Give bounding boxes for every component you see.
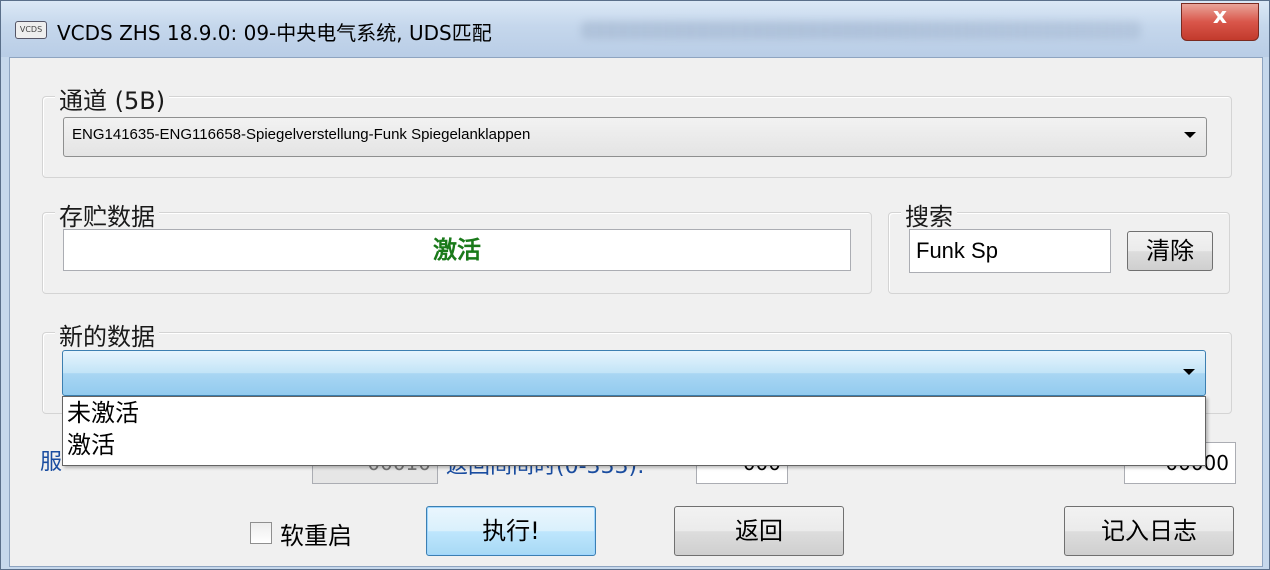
app-window: VCDS VCDS ZHS 18.9.0: 09-中央电气系统, UDS匹配 x… [0,0,1270,570]
channel-select-value: ENG141635-ENG116658-Spiegelverstellung-F… [72,126,531,143]
chevron-down-icon [1183,369,1195,375]
service-label: 服 [40,450,63,475]
stored-data-legend: 存贮数据 [55,197,159,232]
back-button[interactable]: 返回 [674,506,844,556]
client-area: 通道 (5B) ENG141635-ENG116658-Spiegelverst… [9,57,1263,567]
chevron-down-icon [1184,132,1196,138]
channel-legend: 通道 (5B) [55,81,170,116]
stored-data-value: 激活 [433,236,481,264]
execute-button[interactable]: 执行! [426,506,596,556]
close-icon: x [1212,4,1228,29]
search-input[interactable]: Funk Sp [909,229,1111,273]
title-bar[interactable]: VCDS VCDS ZHS 18.9.0: 09-中央电气系统, UDS匹配 x [1,1,1269,57]
close-button[interactable]: x [1181,3,1259,41]
vcds-app-icon: VCDS [15,21,47,39]
new-data-legend: 新的数据 [55,317,159,352]
search-input-value: Funk Sp [916,238,998,263]
channel-select[interactable]: ENG141635-ENG116658-Spiegelverstellung-F… [63,117,1207,157]
stored-data-field: 激活 [63,229,851,271]
clear-button[interactable]: 清除 [1127,231,1213,271]
search-group: 搜索 Funk Sp 清除 [888,197,1230,294]
title-bar-blur [581,21,1141,39]
channel-group: 通道 (5B) ENG141635-ENG116658-Spiegelverst… [42,81,1232,178]
search-legend: 搜索 [901,197,957,232]
stored-data-group: 存贮数据 激活 [42,197,872,294]
dropdown-option-active[interactable]: 激活 [63,429,1205,461]
new-data-select[interactable] [62,350,1206,396]
new-data-dropdown-list: 未激活 激活 [62,396,1206,466]
window-title: VCDS ZHS 18.9.0: 09-中央电气系统, UDS匹配 [57,21,492,45]
soft-restart-checkbox[interactable] [250,522,272,544]
soft-restart-label: 软重启 [280,522,352,550]
log-button[interactable]: 记入日志 [1064,506,1234,556]
dropdown-option-inactive[interactable]: 未激活 [63,397,1205,429]
